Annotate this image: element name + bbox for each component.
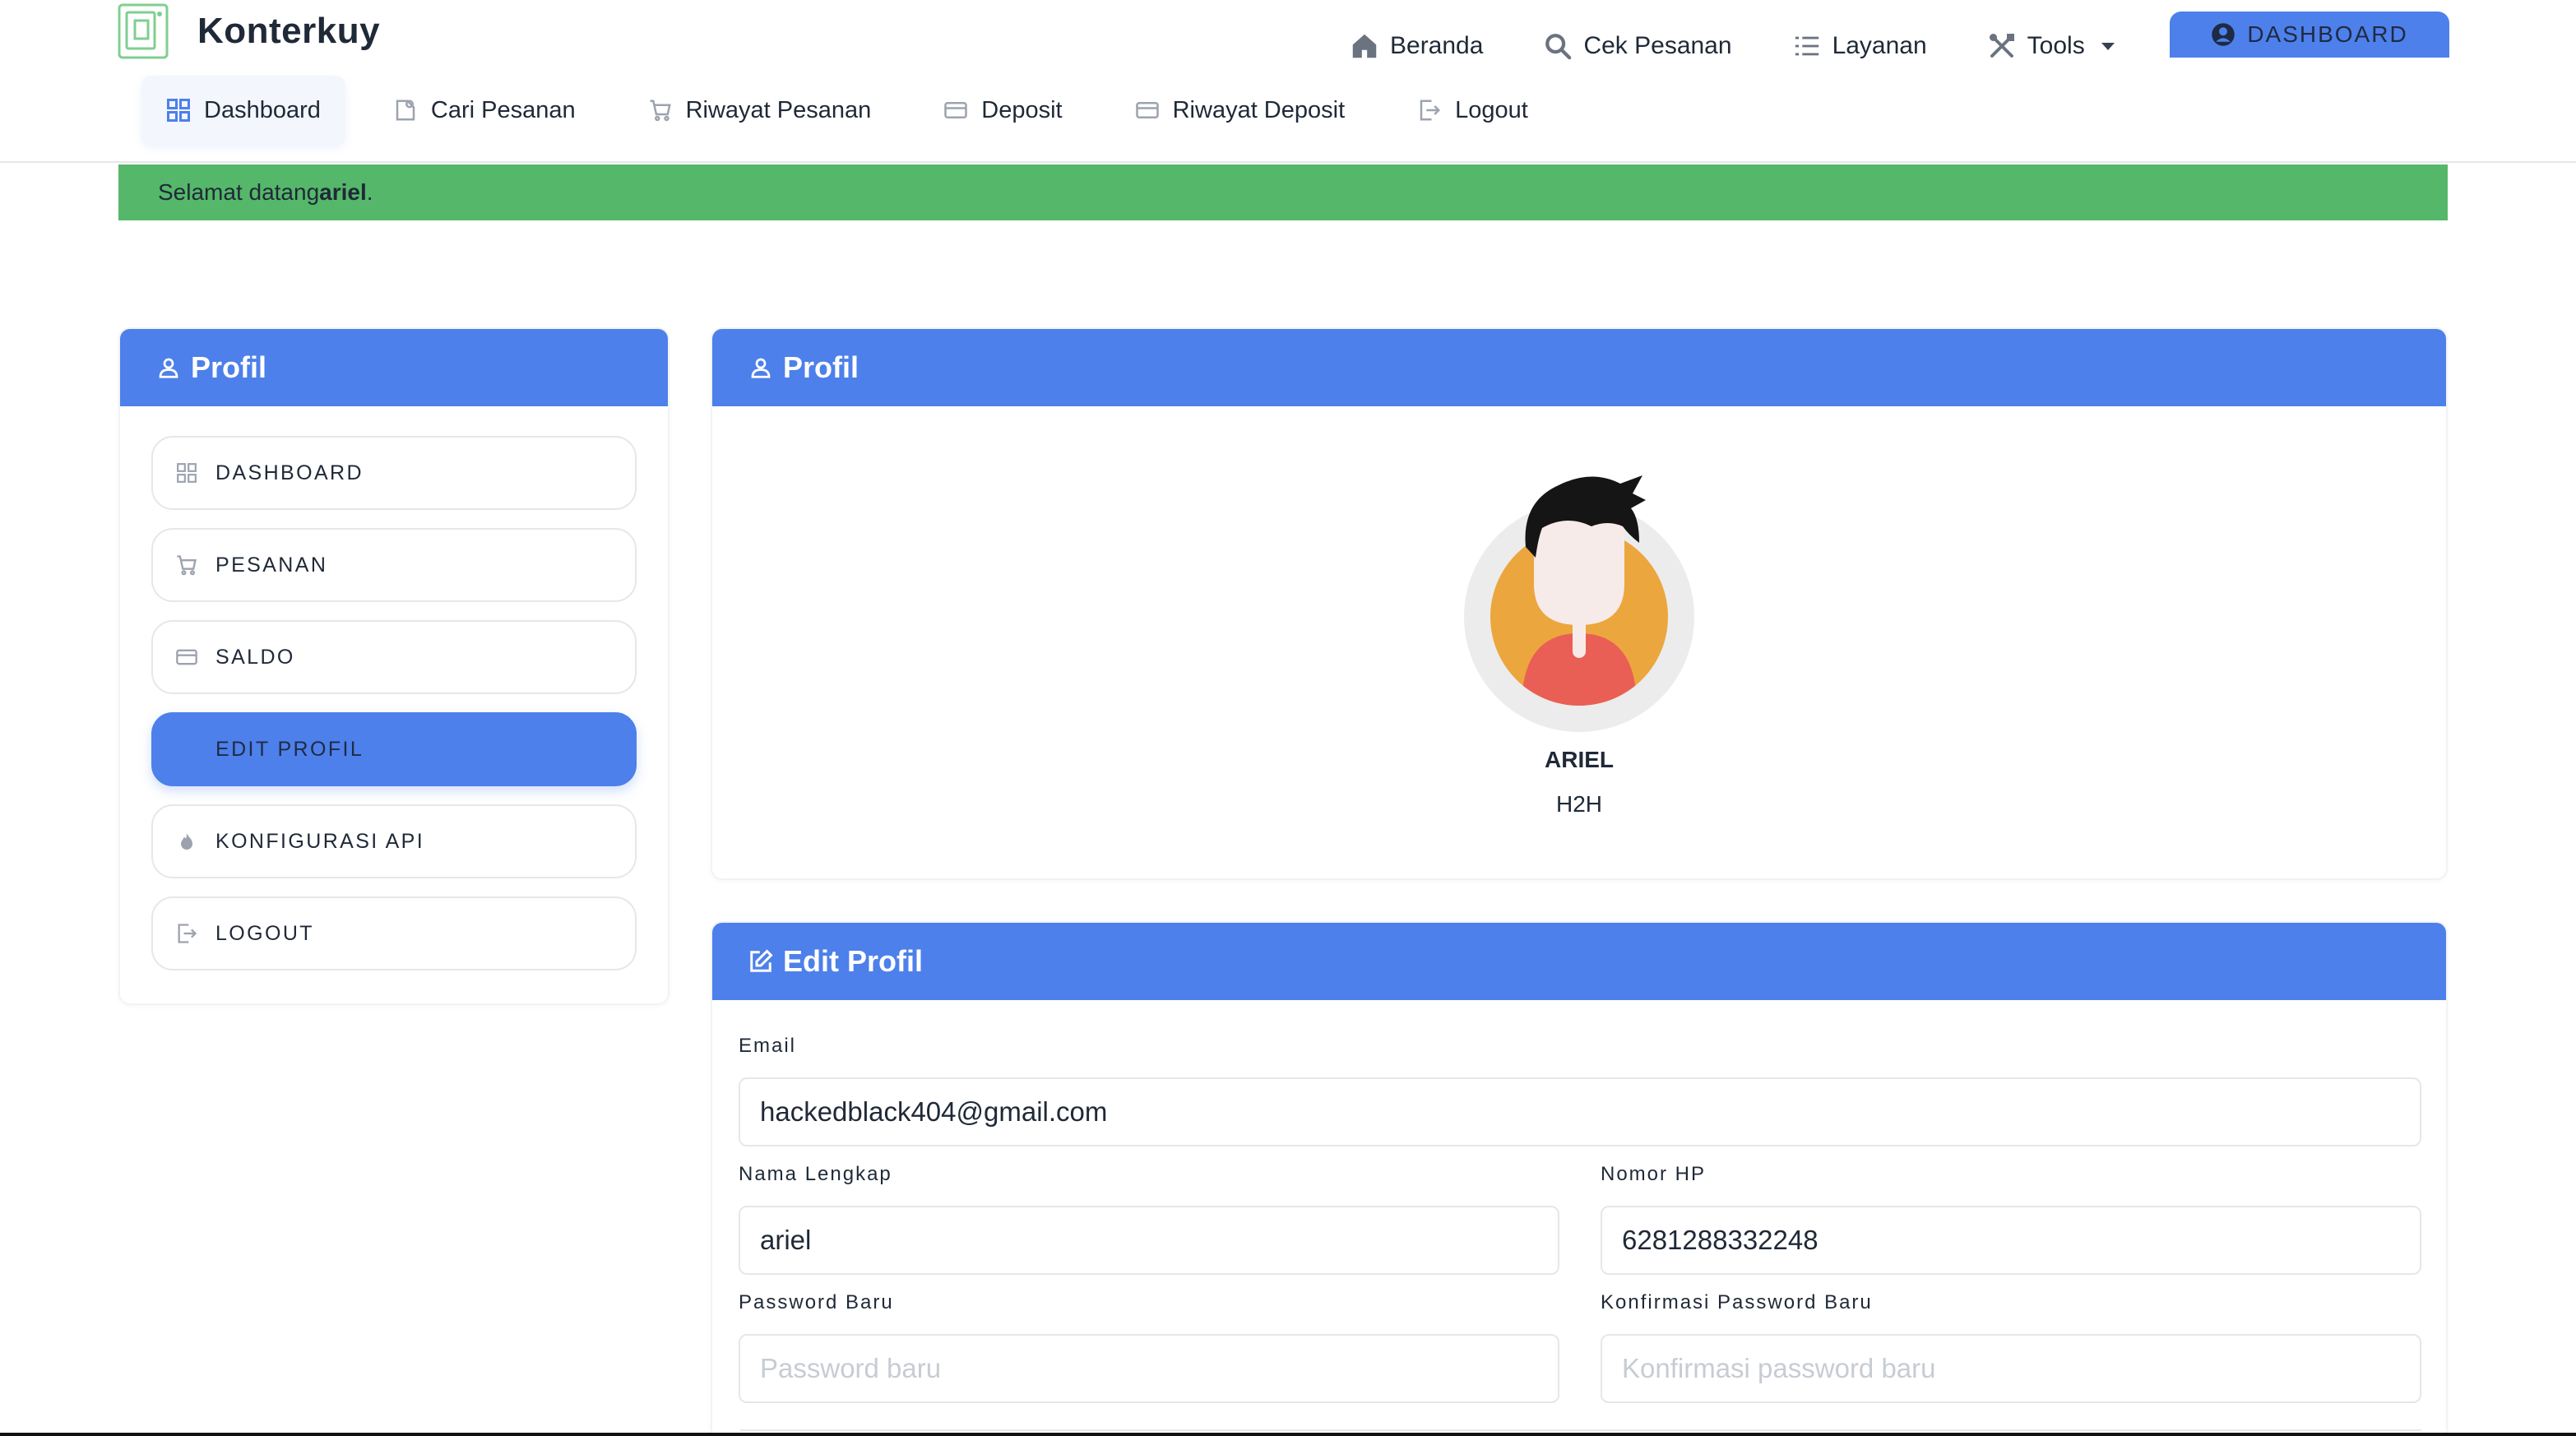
subnav-logout-label: Logout	[1455, 96, 1528, 123]
header: Konterkuy Beranda Cek Pesanan Layanan To…	[0, 0, 2576, 163]
fire-icon	[174, 829, 199, 854]
phone-field[interactable]: 6281288332248	[1601, 1206, 2421, 1275]
confirm-password-field[interactable]: Konfirmasi password baru	[1601, 1334, 2421, 1403]
profile-menu-header: Profil	[120, 329, 668, 406]
profile-card-title: Profil	[783, 350, 859, 384]
topnav-cek-pesanan-label: Cek Pesanan	[1583, 32, 1732, 59]
user-icon	[751, 358, 771, 378]
edit-icon	[750, 949, 773, 972]
profile-name: ARIEL	[1545, 747, 1614, 772]
credit-card-icon	[944, 102, 968, 118]
edit-profile-card: Edit Profil Email hackedblack404@gmail.c…	[711, 921, 2448, 1436]
grid-icon	[174, 461, 199, 485]
subnav-deposit-label: Deposit	[981, 96, 1063, 123]
menu-saldo-label: SALDO	[215, 645, 295, 669]
avatar-wrap	[712, 469, 2446, 732]
cart-icon	[650, 100, 671, 122]
form-divider	[740, 1429, 2421, 1431]
email-label: Email	[739, 1035, 797, 1057]
menu-pesanan[interactable]: PESANAN	[151, 528, 637, 602]
menu-konfigurasi-api-label: KONFIGURASI API	[215, 829, 425, 853]
logout-icon	[174, 921, 199, 946]
email-field[interactable]: hackedblack404@gmail.com	[739, 1077, 2421, 1146]
avatar	[1464, 475, 1694, 732]
menu-edit-profil[interactable]: EDIT PROFIL	[151, 712, 637, 786]
edit-profile-header: Edit Profil	[712, 923, 2446, 1000]
grid-icon	[167, 99, 190, 122]
brand-logo-icon	[118, 3, 169, 59]
subnav-dashboard-label: Dashboard	[204, 96, 321, 123]
window-bottom-edge	[0, 1433, 2576, 1436]
subnav-riwayat-pesanan[interactable]: Riwayat Pesanan	[623, 76, 897, 145]
topnav-cek-pesanan[interactable]: Cek Pesanan	[1542, 23, 1732, 69]
password-field[interactable]: Password baru	[739, 1334, 1559, 1403]
list-icon	[1791, 30, 1823, 62]
profile-card-header: Profil	[712, 329, 2446, 406]
welcome-alert: Selamat datang ariel.	[118, 164, 2448, 220]
profile-menu-title: Profil	[191, 350, 267, 384]
menu-logout[interactable]: LOGOUT	[151, 896, 637, 970]
subnav-dashboard[interactable]: Dashboard	[141, 76, 345, 145]
subnav-riwayat-pesanan-label: Riwayat Pesanan	[685, 96, 872, 123]
tools-icon	[1986, 30, 2018, 62]
brand[interactable]: Konterkuy	[117, 0, 380, 63]
subnav-riwayat-deposit-label: Riwayat Deposit	[1172, 96, 1346, 123]
topnav-layanan[interactable]: Layanan	[1791, 23, 1927, 69]
profile-menu-card: Profil DASHBOARD PESANAN SALDO EDIT PROF…	[118, 327, 669, 1005]
search-document-icon	[396, 100, 415, 121]
fullname-label: Nama Lengkap	[739, 1163, 892, 1185]
menu-dashboard[interactable]: DASHBOARD	[151, 436, 637, 510]
topnav-tools-label: Tools	[2027, 32, 2085, 59]
menu-edit-profil-label: EDIT PROFIL	[215, 737, 364, 761]
credit-card-icon	[1135, 102, 1159, 118]
home-icon	[1349, 30, 1380, 62]
confirm-password-label: Konfirmasi Password Baru	[1601, 1291, 1873, 1313]
profile-menu: DASHBOARD PESANAN SALDO EDIT PROFIL KONF…	[120, 406, 668, 970]
topnav-layanan-label: Layanan	[1832, 32, 1927, 59]
menu-dashboard-label: DASHBOARD	[215, 461, 364, 484]
chevron-down-icon	[2101, 42, 2115, 50]
user-icon	[159, 358, 178, 378]
dashboard-button-label: DASHBOARD	[2247, 21, 2408, 47]
menu-logout-label: LOGOUT	[215, 921, 314, 945]
profile-card: Profil ARIEL H2H	[711, 327, 2448, 880]
menu-konfigurasi-api[interactable]: KONFIGURASI API	[151, 804, 637, 878]
topnav-beranda[interactable]: Beranda	[1349, 23, 1483, 69]
fullname-field[interactable]: ariel	[739, 1206, 1559, 1275]
search-icon	[1542, 30, 1573, 62]
welcome-suffix: .	[366, 179, 373, 205]
sub-nav: Dashboard Cari Pesanan Riwayat Pesanan D…	[141, 76, 1576, 145]
dashboard-button[interactable]: DASHBOARD	[2170, 12, 2449, 58]
subnav-logout[interactable]: Logout	[1392, 76, 1553, 145]
user-circle-icon	[2212, 23, 2235, 46]
brand-name: Konterkuy	[197, 11, 381, 51]
subnav-riwayat-deposit[interactable]: Riwayat Deposit	[1110, 76, 1370, 145]
subnav-cari-pesanan-label: Cari Pesanan	[430, 96, 576, 123]
profile-role: H2H	[1555, 791, 1602, 817]
topnav-tools[interactable]: Tools	[1986, 23, 2115, 69]
blank-icon	[174, 737, 199, 762]
edit-profile-title: Edit Profil	[783, 944, 923, 978]
menu-pesanan-label: PESANAN	[215, 553, 328, 577]
phone-label: Nomor HP	[1601, 1163, 1707, 1185]
topnav-beranda-label: Beranda	[1390, 32, 1484, 59]
password-label: Password Baru	[739, 1291, 894, 1313]
logout-icon	[1420, 100, 1441, 121]
subnav-deposit[interactable]: Deposit	[919, 76, 1086, 145]
top-nav: Beranda Cek Pesanan Layanan Tools	[1349, 23, 2174, 69]
subnav-cari-pesanan[interactable]: Cari Pesanan	[368, 76, 600, 145]
credit-card-icon	[174, 645, 199, 669]
welcome-user: ariel	[319, 179, 367, 205]
cart-icon	[174, 553, 199, 577]
menu-saldo[interactable]: SALDO	[151, 620, 637, 694]
welcome-prefix: Selamat datang	[158, 179, 320, 205]
